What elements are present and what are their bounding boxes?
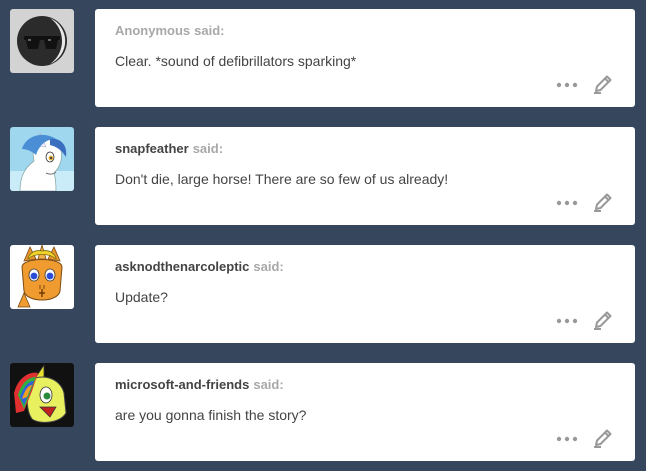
- question-text: Clear. *sound of defibrillators sparking…: [115, 53, 357, 69]
- edit-button[interactable]: [592, 309, 614, 331]
- microsoft-and-friends-avatar[interactable]: [10, 363, 74, 427]
- ask-card: asknodthenarcoleptic said: Update?: [95, 245, 635, 343]
- orange-unicorn-icon: [10, 245, 74, 309]
- asker-name[interactable]: microsoft-and-friends: [115, 377, 249, 392]
- question-text: Update?: [115, 289, 168, 305]
- said-label: said:: [194, 23, 225, 38]
- ask-card: snapfeather said: Don't die, large horse!…: [95, 127, 635, 225]
- question-text: Don't die, large horse! There are so few…: [115, 171, 449, 187]
- more-options-button[interactable]: [556, 80, 578, 90]
- ellipsis-icon: [556, 200, 578, 206]
- question-text: are you gonna finish the story?: [115, 407, 307, 423]
- ellipsis-icon: [556, 82, 578, 88]
- ask-item-1: Anonymous said: Clear. *sound of defibril…: [0, 9, 646, 107]
- pencil-icon: [594, 75, 612, 94]
- more-options-button[interactable]: [556, 316, 578, 326]
- ellipsis-icon: [556, 318, 578, 324]
- said-label: said:: [253, 259, 284, 274]
- snapfeather-avatar[interactable]: [10, 127, 74, 191]
- ask-header: snapfeather said:: [115, 141, 223, 156]
- ask-header: Anonymous said:: [115, 23, 224, 38]
- asknodthenarcoleptic-avatar[interactable]: [10, 245, 74, 309]
- ask-item-3: asknodthenarcoleptic said: Update?: [0, 245, 646, 343]
- ask-item-2: snapfeather said: Don't die, large horse!…: [0, 127, 646, 225]
- asker-name: Anonymous: [115, 23, 191, 38]
- pencil-icon: [594, 311, 612, 330]
- ask-item-4: microsoft-and-friends said: are you gonna…: [0, 363, 646, 461]
- ask-card: Anonymous said: Clear. *sound of defibril…: [95, 9, 635, 107]
- edit-button[interactable]: [592, 73, 614, 95]
- pencil-icon: [594, 193, 612, 212]
- ask-card: microsoft-and-friends said: are you gonna…: [95, 363, 635, 461]
- edit-button[interactable]: [592, 427, 614, 449]
- said-label: said:: [192, 141, 224, 156]
- more-options-button[interactable]: [556, 198, 578, 208]
- said-label: said:: [253, 377, 284, 392]
- asker-name[interactable]: snapfeather: [115, 141, 189, 156]
- asker-name[interactable]: asknodthenarcoleptic: [115, 259, 249, 274]
- white-unicorn-icon: [10, 127, 74, 191]
- anonymous-avatar[interactable]: [10, 9, 74, 73]
- ask-header: microsoft-and-friends said:: [115, 377, 284, 392]
- edit-button[interactable]: [592, 191, 614, 213]
- rainbow-pony-icon: [10, 363, 74, 427]
- ellipsis-icon: [556, 436, 578, 442]
- pencil-icon: [594, 429, 612, 448]
- anonymous-sunglasses-icon: [10, 9, 74, 73]
- more-options-button[interactable]: [556, 434, 578, 444]
- ask-header: asknodthenarcoleptic said:: [115, 259, 284, 274]
